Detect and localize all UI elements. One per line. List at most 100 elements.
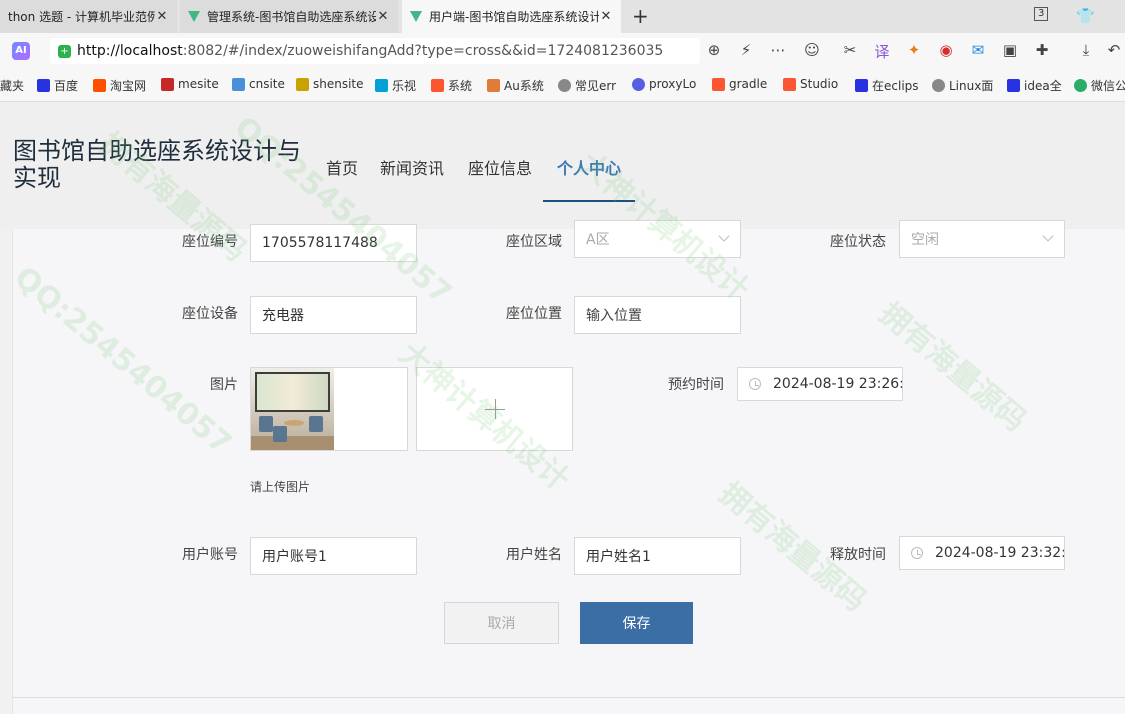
- bookmark-item[interactable]: proxyLo: [632, 77, 696, 91]
- au-icon: [487, 79, 500, 92]
- bookmark-item[interactable]: 淘宝网: [93, 77, 146, 94]
- address-bar-row: AI + http://localhost:8082/#/index/zuowe…: [0, 33, 1125, 69]
- seat-status-label: 座位状态: [830, 234, 886, 250]
- seat-location-field[interactable]: 输入位置: [574, 296, 741, 334]
- bookmark-item[interactable]: 系统: [431, 77, 472, 94]
- globe-icon: [558, 79, 571, 92]
- nav-seat-info[interactable]: 座位信息: [468, 155, 532, 179]
- bookmark-item[interactable]: mesite: [161, 77, 219, 91]
- bookmark-item[interactable]: 乐视: [375, 77, 416, 94]
- weibo-icon[interactable]: ◉: [936, 41, 956, 59]
- nav-personal-center[interactable]: 个人中心: [557, 155, 621, 179]
- tab-count-icon[interactable]: 3: [1034, 7, 1049, 21]
- bookmark-item[interactable]: 百度: [37, 77, 78, 94]
- browser-tab-bar: thon 选题 - 计算机毕业范例 ✕ 管理系统-图书馆自助选座系统设计 ✕ 用…: [0, 0, 1125, 33]
- nav-home[interactable]: 首页: [326, 155, 358, 179]
- bookmark-item[interactable]: gradle: [712, 77, 767, 91]
- undo-icon[interactable]: ↶: [1104, 41, 1124, 59]
- extensions-icon[interactable]: ✚: [1032, 41, 1052, 59]
- close-icon[interactable]: ✕: [599, 9, 613, 24]
- bookmark-item[interactable]: Studio: [783, 77, 838, 91]
- security-shield-icon: +: [58, 44, 71, 58]
- user-account-label: 用户账号: [182, 547, 238, 563]
- seat-area-value: A区: [586, 232, 610, 248]
- image-label: 图片: [210, 377, 238, 393]
- bookmark-item[interactable]: cnsite: [232, 77, 285, 91]
- user-name-label: 用户姓名: [506, 547, 562, 563]
- upload-hint: 请上传图片: [250, 480, 311, 494]
- shirt-icon[interactable]: 👕: [1076, 7, 1095, 25]
- user-name-field[interactable]: 用户姓名1: [574, 537, 741, 575]
- scissors-icon[interactable]: ✂: [840, 41, 860, 59]
- mesite-icon: [161, 77, 174, 91]
- site-header: 图书馆自助选座系统设计与实现 首页 新闻资讯 座位信息 个人中心: [0, 102, 1125, 229]
- zoom-icon[interactable]: ⊕: [704, 41, 724, 59]
- bilibili-icon: [375, 79, 388, 92]
- cnsite-icon: [232, 77, 245, 91]
- cancel-button[interactable]: 取消: [444, 602, 559, 644]
- seat-no-field[interactable]: 1705578117488: [250, 224, 417, 262]
- taobao-icon: [93, 79, 106, 92]
- photo-window: [255, 372, 330, 412]
- active-nav-underline: [543, 200, 635, 202]
- uploaded-photo[interactable]: [250, 367, 408, 451]
- bookmark-item[interactable]: 微信公: [1074, 77, 1125, 94]
- user-account-field[interactable]: 用户账号1: [250, 537, 417, 575]
- photo-table: [284, 420, 304, 426]
- new-tab-button[interactable]: +: [632, 4, 649, 28]
- baidu-icon: [37, 79, 50, 92]
- bookmark-item[interactable]: Linux面: [932, 77, 993, 94]
- browser-tab-3-active[interactable]: 用户端-图书馆自助选座系统设计 ✕: [402, 0, 621, 33]
- lightning-icon[interactable]: ⚡: [736, 41, 756, 59]
- release-time-label: 释放时间: [830, 547, 886, 563]
- release-time-picker[interactable]: 2024-08-19 23:32:: [899, 536, 1065, 570]
- bookmark-item[interactable]: 藏夹: [0, 77, 24, 94]
- seat-no-label: 座位编号: [182, 234, 238, 250]
- release-time-value: 2024-08-19 23:32:: [935, 545, 1065, 561]
- nav-news[interactable]: 新闻资讯: [380, 155, 444, 179]
- url-host: http://localhost: [77, 43, 183, 59]
- photo-chair: [309, 416, 323, 432]
- seat-status-value: 空闲: [911, 232, 939, 248]
- proxy-icon: [632, 77, 645, 91]
- mail-icon[interactable]: ✉: [968, 41, 988, 59]
- vue-logo-icon: [410, 11, 423, 22]
- baidu-icon: [1007, 79, 1020, 92]
- shensite-icon: [296, 77, 309, 91]
- tab-title: 用户端-图书馆自助选座系统设计: [429, 10, 599, 24]
- download-icon[interactable]: ⤓: [1076, 41, 1096, 59]
- url-input[interactable]: + http://localhost:8082/#/index/zuoweish…: [50, 38, 700, 64]
- bookmark-item[interactable]: shensite: [296, 77, 364, 91]
- reader-icon[interactable]: ▣: [1000, 41, 1020, 59]
- bookmark-item[interactable]: 在eclips: [855, 77, 919, 94]
- more-icon[interactable]: ⋯: [768, 41, 788, 59]
- user-icon[interactable]: ☺: [802, 41, 822, 59]
- extension-fox-icon[interactable]: ✦: [904, 41, 924, 59]
- site-title: 图书馆自助选座系统设计与实现: [13, 137, 301, 192]
- ai-assistant-icon[interactable]: AI: [12, 42, 30, 60]
- close-icon[interactable]: ✕: [155, 9, 169, 24]
- save-button[interactable]: 保存: [580, 602, 693, 644]
- csdn-icon: [783, 77, 796, 91]
- photo-floor: [251, 436, 334, 450]
- reserve-time-picker[interactable]: 2024-08-19 23:26:: [737, 367, 903, 401]
- reserve-time-value: 2024-08-19 23:26:: [773, 376, 903, 392]
- browser-tab-2[interactable]: 管理系统-图书馆自助选座系统设计 ✕: [180, 0, 398, 33]
- seat-status-select[interactable]: 空闲: [899, 220, 1065, 258]
- bookmark-item[interactable]: idea全: [1007, 77, 1062, 94]
- image-upload-button[interactable]: [416, 367, 573, 451]
- seat-location-label: 座位位置: [506, 306, 562, 322]
- browser-tab-1[interactable]: thon 选题 - 计算机毕业范例 ✕: [0, 0, 177, 33]
- close-icon[interactable]: ✕: [376, 9, 390, 24]
- photo-chair: [259, 416, 273, 432]
- csdn-icon: [712, 77, 725, 91]
- seat-area-select[interactable]: A区: [574, 220, 741, 258]
- bookmark-item[interactable]: 常见err: [558, 77, 616, 94]
- seat-equipment-field[interactable]: 充电器: [250, 296, 417, 334]
- globe-icon: [932, 79, 945, 92]
- bookmarks-bar: 藏夹 百度 淘宝网 mesite cnsite shensite 乐视 系统 A…: [0, 69, 1125, 102]
- translate-icon[interactable]: 译: [872, 41, 892, 62]
- bookmark-item[interactable]: Au系统: [487, 77, 544, 94]
- plus-icon: [495, 399, 496, 419]
- form-card: [12, 229, 1125, 714]
